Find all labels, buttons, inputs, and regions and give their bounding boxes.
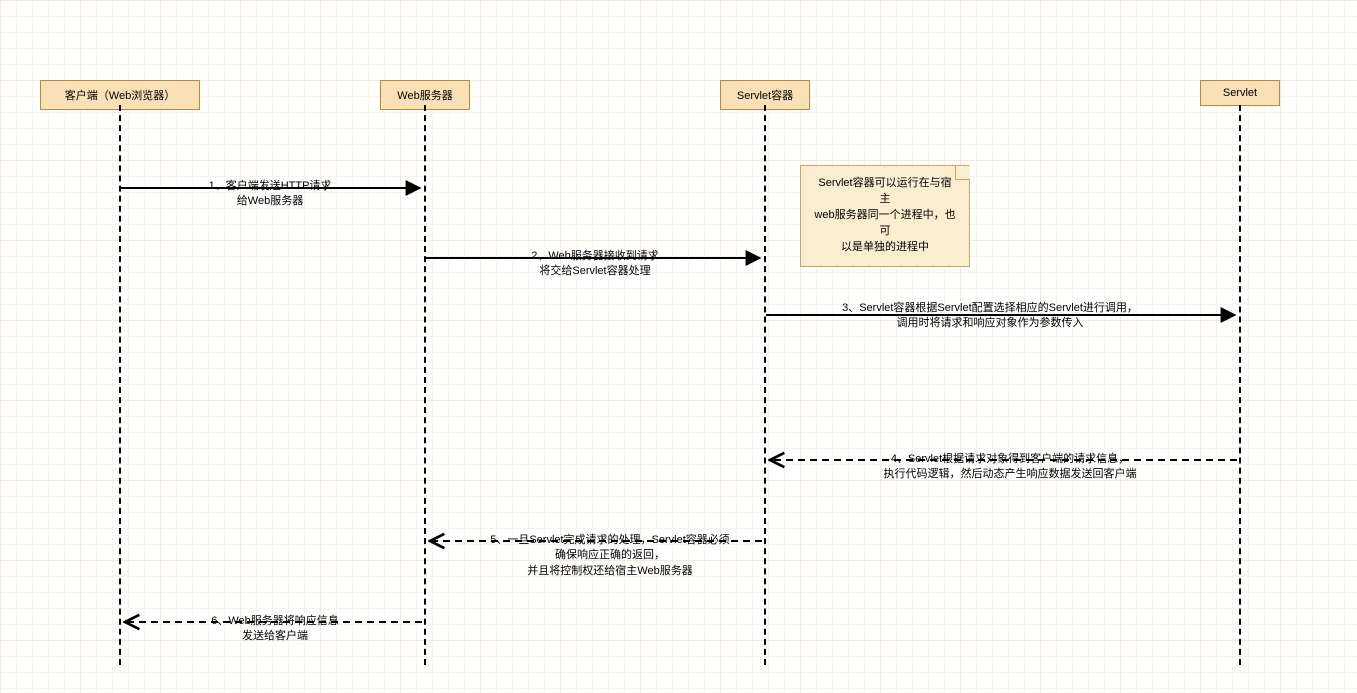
msg-6-label: 6、Web服务器将响应信息发送给客户端: [160, 614, 390, 645]
msg-3-label: 3、Servlet容器根据Servlet配置选择相应的Servlet进行调用，调…: [800, 301, 1180, 332]
msg-1-label: 1、客户端发送HTTP请求给Web服务器: [145, 179, 395, 210]
lifeline-container: [764, 105, 766, 665]
lifeline-client: [119, 105, 121, 665]
note-container: Servlet容器可以运行在与宿主web服务器同一个进程中，也可以是单独的进程中: [800, 165, 970, 267]
lifeline-servlet: [1239, 105, 1241, 665]
msg-4-label: 4、Servlet根据请求对象得到客户端的请求信息，执行代码逻辑，然后动态产生响…: [830, 452, 1190, 483]
msg-2-label: 2、Web服务器接收到请求将交给Servlet容器处理: [445, 249, 745, 280]
arrows-layer: [0, 0, 1357, 693]
msg-5-label: 5、一旦Servlet完成请求的处理，Servlet容器必须确保响应正确的返回，…: [460, 533, 760, 579]
lifeline-webserver: [424, 105, 426, 665]
participant-servlet: Servlet: [1200, 80, 1280, 106]
